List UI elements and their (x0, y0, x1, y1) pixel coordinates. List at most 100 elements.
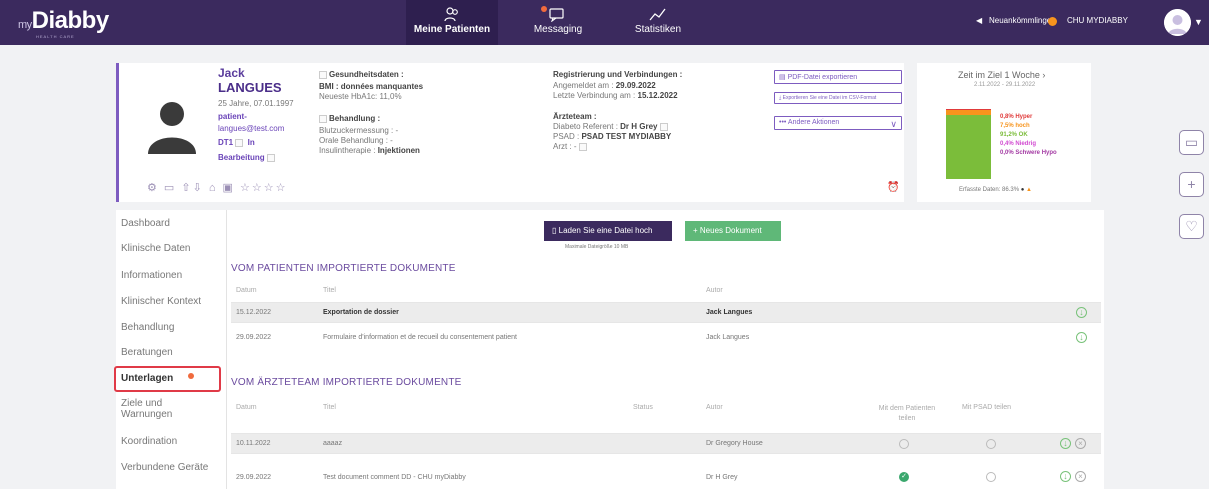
patient-email-1[interactable]: patient- (218, 112, 247, 122)
nav-label: Meine Patienten (413, 24, 491, 35)
treat-3-value: Injektionen (377, 146, 420, 155)
col-date: Datum (236, 404, 257, 411)
tir-legend-item: 91,2% OK (1000, 132, 1028, 138)
health-title: Gesundheitsdaten : (329, 70, 404, 79)
tir-bar (946, 109, 991, 179)
share-patient-toggle[interactable] (899, 439, 909, 449)
chat-icon[interactable]: ▭ (1179, 130, 1204, 155)
col-author: Autor (706, 287, 723, 294)
download-icon[interactable]: ↓ (1076, 332, 1087, 343)
download-icon[interactable]: ↓ (1060, 438, 1071, 449)
table-row[interactable] (231, 433, 1101, 454)
tir-segment (946, 115, 991, 179)
menu-koordination[interactable]: Koordination (121, 436, 177, 447)
export-csv-button[interactable]: ⤓ Exportieren Sie eine Datei im CSV-Form… (774, 92, 902, 104)
row-author: Jack Langues (706, 334, 750, 341)
team-edit-icon[interactable] (659, 122, 668, 131)
other-actions-select[interactable]: ••• Andere Aktionen ∨ (774, 116, 902, 130)
treat-1: Blutzuckermessung : - (319, 126, 399, 135)
health-edit-icon[interactable] (319, 70, 327, 79)
nav-meine-patienten[interactable]: Meine Patienten (406, 0, 498, 45)
row-date: 15.12.2022 (236, 309, 272, 316)
tir-title[interactable]: Zeit im Ziel 1 Woche › (958, 70, 1045, 80)
patient-edit-link[interactable]: Bearbeitung (218, 153, 277, 163)
col-share-patient: Mit dem Patienten teilen (878, 405, 936, 422)
share-patient-checked-icon[interactable]: ✓ (899, 472, 909, 482)
health-hba1c: Neueste HbA1c: 11,0% (319, 92, 402, 101)
download-icon[interactable]: ↓ (1076, 307, 1087, 318)
tir-legend-item: 0,0% Schwere Hypo (1000, 150, 1057, 156)
menu-dashboard[interactable]: Dashboard (121, 218, 170, 229)
file-icon: ▯ (552, 226, 559, 235)
chevron-right-icon: › (1042, 70, 1046, 80)
treat-title: Behandlung : (329, 114, 381, 123)
reg-1-value: 29.09.2022 (615, 81, 656, 90)
info-icon: ● (1020, 187, 1025, 193)
patient-email-2[interactable]: langues@test.com (218, 124, 284, 134)
chart-icon (649, 8, 666, 21)
row-date: 10.11.2022 (236, 440, 271, 447)
diabetes-type: DT1 (218, 138, 234, 147)
menu-informationen[interactable]: Informationen (121, 270, 182, 281)
app-logo-sub: HEALTH CARE (36, 34, 75, 39)
reg-title: Registrierung und Verbindungen : (553, 70, 683, 79)
row-title: Formulaire d'information et de recueil d… (323, 334, 517, 341)
menu-klinischer-kontext[interactable]: Klinischer Kontext (121, 296, 201, 307)
treat-3-label: Insulintherapie : (319, 146, 378, 155)
delete-icon[interactable]: × (1075, 471, 1086, 482)
megaphone-icon: ◀ (976, 16, 983, 25)
nav-messaging[interactable]: Messaging (512, 0, 604, 45)
export-pdf-button[interactable]: ▤ PDF-Datei exportieren (774, 70, 902, 84)
user-name[interactable]: CHU MYDIABBY (1067, 16, 1128, 25)
nav-label: Messaging (533, 24, 583, 35)
app-logo[interactable]: myDiabby (18, 7, 109, 35)
row-title: aaaaz (323, 440, 343, 447)
medical-kit-icon[interactable]: + (1179, 172, 1204, 197)
download-icon[interactable]: ↓ (1060, 471, 1071, 482)
menu-unterlagen[interactable]: Unterlagen (114, 366, 221, 392)
reg-2-label: Letzte Verbindung am : (553, 91, 638, 100)
upload-button[interactable]: ▯ Laden Sie eine Datei hoch (544, 221, 672, 241)
team-3: Arzt : - (553, 142, 577, 151)
patient-avatar-icon (148, 102, 196, 154)
menu-beratungen[interactable]: Beratungen (121, 347, 173, 358)
edit-icon[interactable] (235, 138, 244, 147)
row-title: Exportation de dossier (323, 309, 399, 316)
team-docs-title: VOM ÄRZTETEAM IMPORTIERTE DOKUMENTE (231, 377, 462, 388)
row-author: Dr Gregory House (706, 440, 763, 447)
reg-1-label: Angemeldet am : (553, 81, 616, 90)
unterlagen-dot (188, 373, 194, 379)
menu-klinische-daten[interactable]: Klinische Daten (121, 243, 190, 254)
col-title: Titel (323, 404, 336, 411)
new-document-button[interactable]: + Neues Dokument (685, 221, 781, 241)
patient-age-dob: 25 Jahre, 07.01.1997 (218, 99, 294, 108)
newcomers-link[interactable]: Neuankömmlinge (989, 16, 1051, 25)
treat-edit-icon[interactable] (319, 114, 327, 123)
col-share-psad: Mit PSAD teilen (962, 404, 1012, 411)
menu-behandlung[interactable]: Behandlung (121, 322, 174, 333)
row-date: 29.09.2022 (236, 334, 272, 341)
row-author: Jack Langues (706, 309, 753, 316)
upload-hint: Maximale Dateigröße 10 MB (565, 244, 629, 250)
share-psad-toggle[interactable] (986, 439, 996, 449)
menu-verbundene-geraete[interactable]: Verbundene Geräte (121, 462, 208, 473)
col-date: Datum (236, 287, 257, 294)
chevron-down-icon[interactable]: ▼ (1194, 17, 1203, 27)
patient-last-name: LANGUES (218, 80, 282, 95)
stethoscope-icon[interactable]: ♡ (1179, 214, 1204, 239)
delete-icon[interactable]: × (1075, 438, 1086, 449)
messaging-notification-dot (541, 6, 547, 12)
menu-ziele-warnungen[interactable]: Ziele und Warnungen (121, 398, 172, 420)
col-author: Autor (706, 404, 723, 411)
patients-icon (444, 7, 458, 22)
patient-action-icons[interactable]: ⚙ ▭ ⇧⇩ ⌂ ▣ ☆☆☆☆ (147, 181, 287, 194)
row-title: Test document comment DD - CHU myDiabby (323, 474, 466, 481)
user-avatar[interactable] (1164, 9, 1191, 36)
team-1-label: Diabeto Referent : (553, 122, 621, 131)
alarm-icon[interactable]: ⏰ (887, 182, 899, 193)
tir-legend-item: 0,8% Hyper (1000, 114, 1033, 120)
patient-first-name: Jack (218, 66, 245, 80)
share-psad-toggle[interactable] (986, 472, 996, 482)
team-2-value: PSAD TEST MYDIABBY (581, 132, 672, 141)
nav-statistiken[interactable]: Statistiken (612, 0, 704, 45)
